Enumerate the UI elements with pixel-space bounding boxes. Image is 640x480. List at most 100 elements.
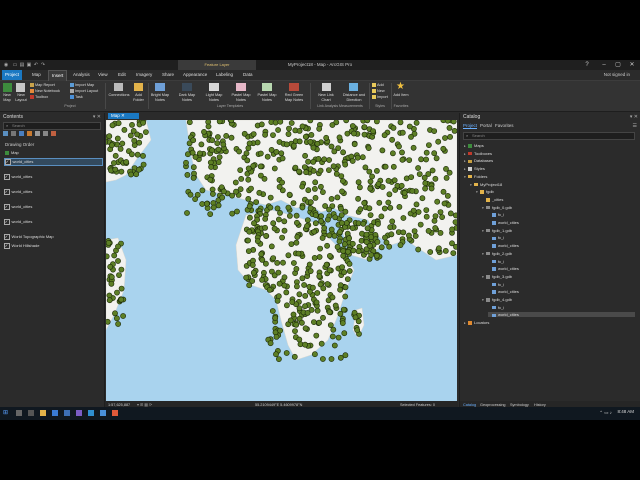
tab-project[interactable]: Project <box>2 70 23 80</box>
city-point[interactable] <box>270 132 276 138</box>
city-point[interactable] <box>112 166 119 173</box>
city-point[interactable] <box>408 133 414 140</box>
city-point[interactable] <box>325 167 332 173</box>
city-point[interactable] <box>320 314 326 321</box>
city-point[interactable] <box>121 126 128 133</box>
city-point[interactable] <box>215 134 221 140</box>
city-point[interactable] <box>274 259 281 266</box>
layer-visibility-checkbox[interactable] <box>4 219 10 225</box>
city-point[interactable] <box>229 210 236 217</box>
city-point[interactable] <box>306 261 313 268</box>
city-point[interactable] <box>423 156 429 163</box>
city-point[interactable] <box>317 245 323 252</box>
city-point[interactable] <box>281 218 288 225</box>
city-point[interactable] <box>382 163 389 170</box>
city-point[interactable] <box>375 181 382 187</box>
city-point[interactable] <box>143 129 149 135</box>
new-link-chart-button[interactable]: New Link Chart <box>314 93 338 102</box>
star-icon[interactable]: ★ <box>396 82 406 92</box>
catalog-tree-item[interactable]: ▾ MyProject18 <box>470 182 502 187</box>
catalog-tab-project[interactable]: Project <box>463 123 478 129</box>
city-point[interactable] <box>250 131 257 137</box>
city-point[interactable] <box>385 199 392 206</box>
layer-visibility-checkbox[interactable] <box>4 234 10 240</box>
city-point[interactable] <box>453 212 457 219</box>
city-point[interactable] <box>302 152 308 159</box>
city-point[interactable] <box>303 169 309 176</box>
city-point[interactable] <box>116 272 122 278</box>
city-point[interactable] <box>329 333 336 340</box>
map-report-button[interactable]: Map Report <box>30 83 55 87</box>
catalog-tree-item[interactable]: world_cities <box>488 243 519 248</box>
city-point[interactable] <box>343 120 350 124</box>
catalog-tree-item[interactable]: ▸ Styles <box>464 166 485 171</box>
city-point[interactable] <box>257 150 264 157</box>
city-point[interactable] <box>299 183 306 190</box>
catalog-search-input[interactable]: ⌕ Search <box>463 132 635 140</box>
city-point[interactable] <box>326 267 333 274</box>
city-point[interactable] <box>296 336 303 343</box>
city-point[interactable] <box>114 135 121 142</box>
city-point[interactable] <box>437 209 444 215</box>
city-point[interactable] <box>106 133 113 140</box>
city-point[interactable] <box>444 193 451 199</box>
city-point[interactable] <box>399 149 405 156</box>
city-point[interactable] <box>419 195 426 202</box>
toolbox-button[interactable]: Toolbox <box>30 95 48 99</box>
city-point[interactable] <box>369 173 375 180</box>
city-point[interactable] <box>397 120 404 126</box>
city-point[interactable] <box>131 137 138 144</box>
city-point[interactable] <box>340 248 347 254</box>
city-point[interactable] <box>315 156 322 162</box>
city-point[interactable] <box>340 149 346 156</box>
city-point[interactable] <box>328 356 335 362</box>
city-point[interactable] <box>399 129 406 136</box>
layer-row[interactable]: world_cities <box>4 189 32 195</box>
city-point[interactable] <box>245 237 251 244</box>
city-point[interactable] <box>423 213 430 220</box>
city-point[interactable] <box>245 248 252 254</box>
tab-imagery[interactable]: Imagery <box>133 70 155 80</box>
city-point[interactable] <box>290 260 297 266</box>
city-point[interactable] <box>360 220 367 227</box>
red-green-map-notes-icon[interactable] <box>289 83 299 91</box>
city-point[interactable] <box>115 258 121 264</box>
city-point[interactable] <box>208 164 214 170</box>
city-point[interactable] <box>296 168 302 175</box>
city-point[interactable] <box>345 248 351 255</box>
city-point[interactable] <box>417 221 424 228</box>
dark-map-notes-icon[interactable] <box>182 83 192 91</box>
city-point[interactable] <box>423 149 430 156</box>
city-point[interactable] <box>219 194 226 201</box>
city-point[interactable] <box>184 172 191 178</box>
search-taskbar-icon[interactable] <box>16 410 22 416</box>
city-point[interactable] <box>334 244 341 250</box>
city-point[interactable] <box>339 320 346 326</box>
city-point[interactable] <box>423 207 430 213</box>
import-layout-button[interactable]: Import Layout <box>70 89 98 93</box>
city-point[interactable] <box>319 235 326 241</box>
city-point[interactable] <box>390 125 397 131</box>
city-point[interactable] <box>220 141 227 148</box>
layer-visibility-checkbox[interactable] <box>4 174 10 180</box>
city-point[interactable] <box>293 239 300 246</box>
city-point[interactable] <box>311 186 318 192</box>
city-point[interactable] <box>232 179 239 186</box>
store-icon[interactable] <box>64 410 70 416</box>
city-point[interactable] <box>341 269 347 276</box>
city-point[interactable] <box>290 142 297 149</box>
city-point[interactable] <box>199 187 206 194</box>
city-point[interactable] <box>355 220 362 227</box>
new-map-icon[interactable] <box>3 83 12 92</box>
catalog-tree-item[interactable]: world_cities <box>488 312 635 318</box>
city-point[interactable] <box>329 294 336 301</box>
city-point[interactable] <box>385 177 392 184</box>
city-point[interactable] <box>279 179 285 186</box>
city-point[interactable] <box>367 178 374 185</box>
city-point[interactable] <box>346 260 353 267</box>
city-point[interactable] <box>111 160 117 166</box>
link-chart-icon[interactable] <box>322 83 331 91</box>
city-point[interactable] <box>268 146 275 153</box>
city-point[interactable] <box>299 123 306 130</box>
city-point[interactable] <box>332 214 339 221</box>
